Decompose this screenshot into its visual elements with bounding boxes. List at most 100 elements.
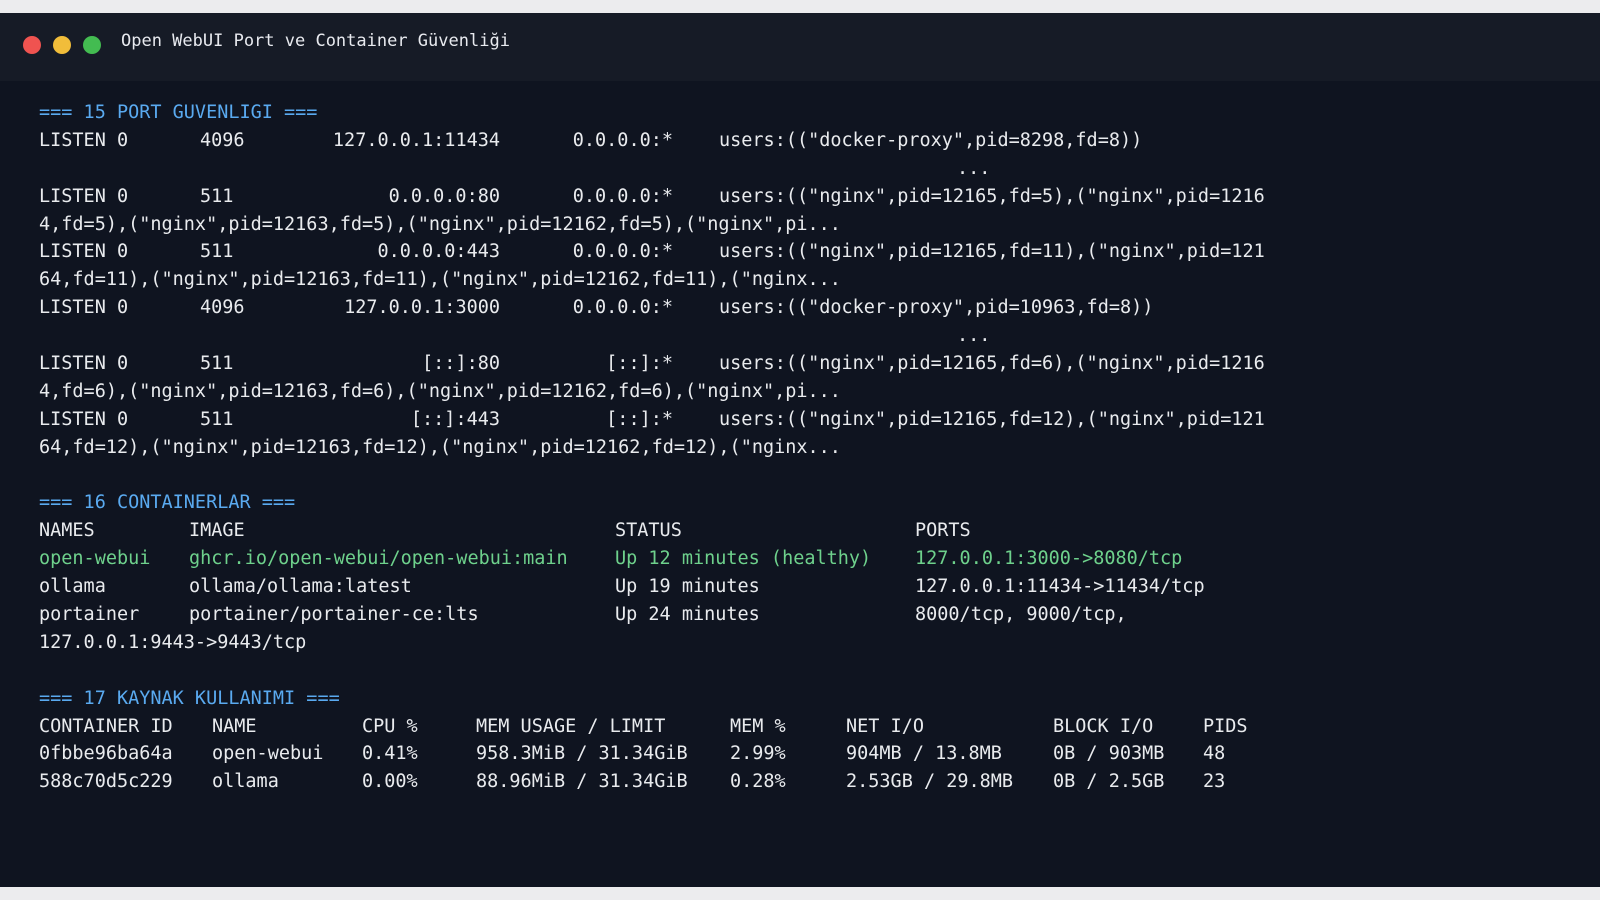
container-ports-continuation: 127.0.0.1:9443->9443/tcp — [39, 631, 307, 653]
container-header-row: NAMES IMAGE STATUS PORTS — [39, 517, 1579, 545]
container-table: NAMES IMAGE STATUS PORTS open-webui ghcr.io/o… — [39, 517, 1579, 656]
pids: 48 — [1203, 743, 1226, 765]
column-header: PIDS — [1203, 715, 1248, 737]
resource-table: CONTAINER ID NAME CPU % MEM USAGE / LIMIT ME… — [39, 713, 1579, 797]
port-process: users:(("docker-proxy",pid=8298,fd=8)) — [719, 129, 1143, 151]
container-image: portainer/portainer-ce:lts — [189, 604, 479, 626]
container-ports: 127.0.0.1:3000->8080/tcp — [915, 548, 1183, 570]
port-local-address: 0.0.0.0:80 — [388, 185, 500, 207]
title-bar: Open WebUI Port ve Container Güvenliği — [0, 13, 1600, 81]
column-header: MEM USAGE / LIMIT — [476, 715, 666, 737]
port-process-continuation: 64,fd=12),("nginx",pid=12163,fd=12),("ng… — [39, 436, 841, 458]
column-header: STATUS — [615, 520, 682, 542]
port-state: LISTEN 0 — [39, 129, 129, 151]
port-row-continuation: 4,fd=5),("nginx",pid=12163,fd=5),("nginx… — [39, 211, 1579, 239]
container-image: ghcr.io/open-webui/open-webui:main — [189, 548, 568, 570]
port-process-continuation: 4,fd=5),("nginx",pid=12163,fd=5),("nginx… — [39, 213, 841, 235]
container-status: Up 24 minutes — [615, 604, 760, 626]
port-process-continuation: ... — [957, 157, 991, 179]
port-local-address: [::]:443 — [410, 408, 500, 430]
port-process: users:(("docker-proxy",pid=10963,fd=8)) — [719, 297, 1154, 319]
column-header: CONTAINER ID — [39, 715, 173, 737]
container-name: ollama — [212, 771, 279, 793]
close-window-button[interactable] — [23, 36, 41, 54]
pids: 23 — [1203, 771, 1226, 793]
port-state: LISTEN 0 — [39, 297, 129, 319]
port-queue-size: 511 — [200, 353, 234, 375]
port-row: LISTEN 0 511 [::]:80 [::]:* users:(("nginx",… — [39, 350, 1579, 378]
container-row-continuation: 127.0.0.1:9443->9443/tcp — [39, 629, 1579, 657]
port-peer-address: 0.0.0.0:* — [572, 241, 673, 263]
container-name: open-webui — [212, 743, 324, 765]
container-row: portainer portainer/portainer-ce:lts Up 24… — [39, 601, 1579, 629]
port-row: LISTEN 0 511 0.0.0.0:80 0.0.0.0:* users:(("n… — [39, 183, 1579, 211]
maximize-window-button[interactable] — [83, 36, 101, 54]
port-state: LISTEN 0 — [39, 408, 129, 430]
port-local-address: 127.0.0.1:3000 — [344, 297, 500, 319]
terminal-output[interactable]: === 15 PORT GUVENLIGI === LISTEN 0 4096 12… — [39, 99, 1579, 796]
port-peer-address: 0.0.0.0:* — [572, 129, 673, 151]
port-peer-address: 0.0.0.0:* — [572, 297, 673, 319]
port-process-continuation: 64,fd=11),("nginx",pid=12163,fd=11),("ng… — [39, 269, 841, 291]
port-process: users:(("nginx",pid=12165,fd=5),("nginx"… — [719, 185, 1265, 207]
window-title: Open WebUI Port ve Container Güvenliği — [121, 31, 510, 51]
resource-header-row: CONTAINER ID NAME CPU % MEM USAGE / LIMIT ME… — [39, 713, 1579, 741]
port-row: LISTEN 0 511 [::]:443 [::]:* users:(("nginx"… — [39, 406, 1579, 434]
container-row: ollama ollama/ollama:latest Up 19 minutes 1… — [39, 573, 1579, 601]
column-header: NET I/O — [846, 715, 924, 737]
net-io: 904MB / 13.8MB — [846, 743, 1002, 765]
container-status: Up 12 minutes (healthy) — [615, 548, 872, 570]
port-peer-address: [::]:* — [606, 353, 673, 375]
port-local-address: 0.0.0.0:443 — [377, 241, 500, 263]
port-row-continuation: 64,fd=12),("nginx",pid=12163,fd=12),("ng… — [39, 434, 1579, 462]
port-queue-size: 511 — [200, 408, 234, 430]
port-row: LISTEN 0 511 0.0.0.0:443 0.0.0.0:* users:(("… — [39, 238, 1579, 266]
container-name: ollama — [39, 576, 106, 598]
port-peer-address: [::]:* — [606, 408, 673, 430]
container-id: 588c70d5c229 — [39, 771, 173, 793]
port-row-continuation: 64,fd=11),("nginx",pid=12163,fd=11),("ng… — [39, 266, 1579, 294]
port-state: LISTEN 0 — [39, 241, 129, 263]
container-image: ollama/ollama:latest — [189, 576, 412, 598]
container-id: 0fbbe96ba64a — [39, 743, 173, 765]
terminal-window: Open WebUI Port ve Container Güvenliği =… — [0, 13, 1600, 887]
minimize-window-button[interactable] — [53, 36, 71, 54]
port-peer-address: 0.0.0.0:* — [572, 185, 673, 207]
port-row-continuation: ... — [39, 155, 1579, 183]
mem-usage: 88.96MiB / 31.34GiB — [476, 771, 688, 793]
column-header: BLOCK I/O — [1053, 715, 1154, 737]
port-queue-size: 511 — [200, 185, 234, 207]
mem-percent: 0.28% — [730, 771, 786, 793]
column-header: PORTS — [915, 520, 971, 542]
column-header: NAME — [212, 715, 257, 737]
port-queue-size: 4096 — [200, 129, 245, 151]
container-name: open-webui — [39, 548, 151, 570]
cpu-percent: 0.41% — [362, 743, 418, 765]
container-status: Up 19 minutes — [615, 576, 760, 598]
column-header: MEM % — [730, 715, 786, 737]
section-heading-resources: === 17 KAYNAK KULLANIMI === — [39, 687, 340, 709]
container-ports: 8000/tcp, 9000/tcp, — [915, 604, 1127, 626]
port-process-continuation: ... — [957, 325, 991, 347]
column-header: IMAGE — [189, 520, 245, 542]
cpu-percent: 0.00% — [362, 771, 418, 793]
net-io: 2.53GB / 29.8MB — [846, 771, 1014, 793]
container-name: portainer — [39, 604, 140, 626]
mem-usage: 958.3MiB / 31.34GiB — [476, 743, 688, 765]
section-heading-ports: === 15 PORT GUVENLIGI === — [39, 102, 318, 123]
port-table: LISTEN 0 4096 127.0.0.1:11434 0.0.0.0:* user… — [39, 127, 1579, 462]
port-row-continuation: ... — [39, 322, 1579, 350]
resource-row: 588c70d5c229 ollama 0.00% 88.96MiB / 31.34G… — [39, 768, 1579, 796]
port-state: LISTEN 0 — [39, 353, 129, 375]
port-process: users:(("nginx",pid=12165,fd=12),("nginx… — [719, 408, 1265, 430]
section-heading-containers: === 16 CONTAINERLAR === — [39, 492, 296, 514]
container-ports: 127.0.0.1:11434->11434/tcp — [915, 576, 1205, 598]
column-header: CPU % — [362, 715, 418, 737]
resource-row: 0fbbe96ba64a open-webui 0.41% 958.3MiB / 31… — [39, 740, 1579, 768]
port-local-address: 127.0.0.1:11434 — [332, 129, 500, 151]
port-local-address: [::]:80 — [422, 353, 500, 375]
port-process: users:(("nginx",pid=12165,fd=11),("nginx… — [719, 241, 1265, 263]
port-row-continuation: 4,fd=6),("nginx",pid=12163,fd=6),("nginx… — [39, 378, 1579, 406]
port-row: LISTEN 0 4096 127.0.0.1:3000 0.0.0.0:* users… — [39, 294, 1579, 322]
